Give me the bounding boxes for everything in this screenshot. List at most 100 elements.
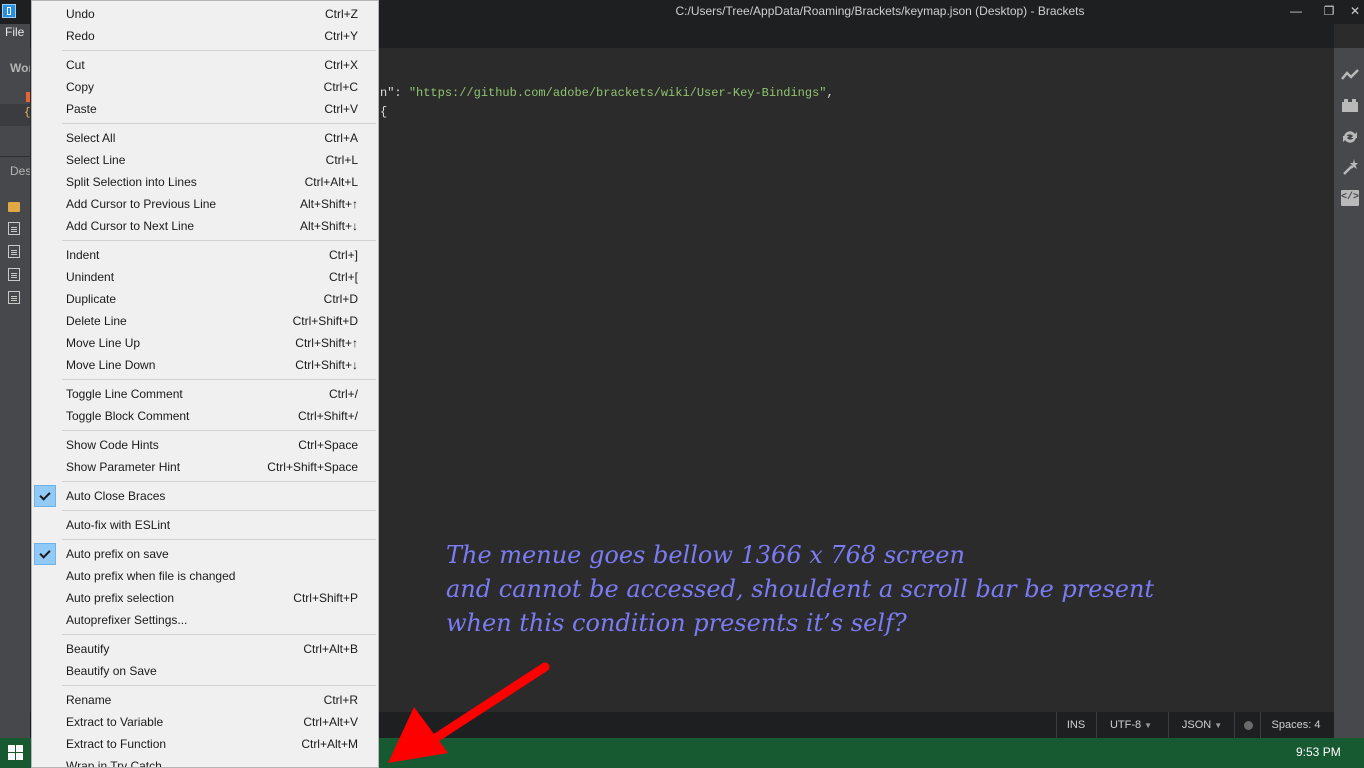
menu-separator bbox=[62, 123, 376, 124]
menu-item-shortcut: Ctrl+Shift+P bbox=[293, 591, 358, 605]
menu-item[interactable]: Show Code Hints Ctrl+Space bbox=[34, 434, 376, 456]
annotation-line: The menue goes bellow 1366 x 768 screen bbox=[446, 541, 965, 569]
brackets-logo-icon bbox=[2, 4, 16, 18]
menu-item-label: Wrap in Try Catch bbox=[66, 759, 162, 768]
menu-item-label: Unindent bbox=[66, 270, 115, 284]
working-file-json[interactable]: { bbox=[0, 104, 30, 126]
annotation-line: when this condition presents it’s self? bbox=[446, 609, 907, 637]
menu-item-label: Copy bbox=[66, 80, 95, 94]
project-title[interactable]: Des bbox=[10, 164, 30, 178]
encoding-label: UTF-8 bbox=[1109, 719, 1142, 731]
menu-item[interactable]: Auto prefix when file is changed bbox=[34, 565, 376, 587]
menu-item-label: Move Line Down bbox=[66, 358, 156, 372]
maximize-button[interactable]: ❐ bbox=[1316, 0, 1342, 22]
windows-start-icon[interactable] bbox=[8, 745, 24, 761]
extension-manager-icon[interactable] bbox=[1341, 96, 1359, 114]
file-icon[interactable] bbox=[8, 291, 20, 304]
menu-item-shortcut: Alt+Shift+↓ bbox=[299, 219, 358, 233]
menu-separator bbox=[62, 481, 376, 482]
menu-item[interactable]: Show Parameter Hint Ctrl+Shift+Space bbox=[34, 456, 376, 478]
menu-item[interactable]: Toggle Block Comment Ctrl+Shift+/ bbox=[34, 405, 376, 427]
file-icon[interactable] bbox=[8, 268, 20, 281]
menu-item-shortcut: Ctrl+Z bbox=[325, 7, 358, 21]
menu-item[interactable]: Beautify Ctrl+Alt+B bbox=[34, 638, 376, 660]
code-tag-icon[interactable]: </> bbox=[1341, 190, 1359, 206]
code-line[interactable]: n": "https://github.com/adobe/brackets/w… bbox=[380, 86, 834, 100]
taskbar-clock[interactable]: 9:53 PM bbox=[1296, 745, 1341, 759]
beautify-wand-icon[interactable] bbox=[1341, 158, 1359, 176]
menu-item[interactable]: Auto prefix selection Ctrl+Shift+P bbox=[34, 587, 376, 609]
menu-item-label: Rename bbox=[66, 693, 112, 707]
minimize-button[interactable]: — bbox=[1283, 0, 1309, 22]
folder-icon[interactable] bbox=[8, 202, 20, 212]
menu-item-label: Add Cursor to Next Line bbox=[66, 219, 195, 233]
menu-item[interactable]: Add Cursor to Previous Line Alt+Shift+↑ bbox=[34, 193, 376, 215]
menu-item-shortcut: Ctrl+Shift+Space bbox=[267, 460, 358, 474]
live-preview-icon[interactable] bbox=[1341, 66, 1359, 84]
code-line[interactable]: { bbox=[380, 105, 387, 119]
menu-item-shortcut: Ctrl+R bbox=[323, 693, 358, 707]
annotation-text: The menue goes bellow 1366 x 768 screen … bbox=[446, 538, 1326, 640]
menu-separator bbox=[62, 50, 376, 51]
menu-item[interactable]: Rename Ctrl+R bbox=[34, 689, 376, 711]
menu-item[interactable]: Redo Ctrl+Y bbox=[34, 25, 376, 47]
menu-item[interactable]: Duplicate Ctrl+D bbox=[34, 288, 376, 310]
menu-item[interactable]: Auto Close Braces bbox=[34, 485, 376, 507]
menu-item-shortcut: Ctrl+[ bbox=[328, 270, 358, 284]
menu-item-label: Auto Close Braces bbox=[66, 489, 166, 503]
menu-item-label: Auto prefix on save bbox=[66, 547, 169, 561]
lint-status-icon bbox=[1243, 720, 1253, 730]
status-lint[interactable] bbox=[1236, 712, 1260, 738]
menu-item[interactable]: Move Line Down Ctrl+Shift+↓ bbox=[34, 354, 376, 376]
menu-item-shortcut: Ctrl+Alt+B bbox=[303, 642, 358, 656]
menu-item-label: Redo bbox=[66, 29, 95, 43]
menu-item[interactable]: Undo Ctrl+Z bbox=[34, 3, 376, 25]
menu-item[interactable]: Beautify on Save bbox=[34, 660, 376, 682]
menu-item[interactable]: Add Cursor to Next Line Alt+Shift+↓ bbox=[34, 215, 376, 237]
menu-item[interactable]: Auto-fix with ESLint bbox=[34, 514, 376, 536]
menu-file[interactable]: File bbox=[5, 25, 24, 39]
sync-icon[interactable] bbox=[1341, 128, 1359, 146]
menu-item[interactable]: Select Line Ctrl+L bbox=[34, 149, 376, 171]
file-icon[interactable] bbox=[8, 245, 20, 258]
menu-item-shortcut: Ctrl+Alt+M bbox=[301, 737, 358, 751]
menu-item-label: Autoprefixer Settings... bbox=[66, 613, 188, 627]
menu-item[interactable]: Auto prefix on save bbox=[34, 543, 376, 565]
status-indent[interactable]: Spaces: 4 bbox=[1262, 712, 1330, 738]
menu-item-shortcut: Ctrl+X bbox=[324, 58, 358, 72]
menu-item-label: Show Code Hints bbox=[66, 438, 159, 452]
menu-item-shortcut: Ctrl+Alt+V bbox=[303, 715, 358, 729]
menu-item[interactable]: Delete Line Ctrl+Shift+D bbox=[34, 310, 376, 332]
menu-item[interactable]: Autoprefixer Settings... bbox=[34, 609, 376, 631]
menu-item[interactable]: Cut Ctrl+X bbox=[34, 54, 376, 76]
menu-item[interactable]: Indent Ctrl+] bbox=[34, 244, 376, 266]
chevron-down-icon: ▼ bbox=[1214, 721, 1223, 730]
menu-item[interactable]: Select All Ctrl+A bbox=[34, 127, 376, 149]
file-icon[interactable] bbox=[8, 222, 20, 235]
menu-item[interactable]: Extract to Variable Ctrl+Alt+V bbox=[34, 711, 376, 733]
menu-separator bbox=[62, 379, 376, 380]
menu-item[interactable]: Move Line Up Ctrl+Shift+↑ bbox=[34, 332, 376, 354]
menu-item[interactable]: Paste Ctrl+V bbox=[34, 98, 376, 120]
close-button[interactable]: ✕ bbox=[1342, 0, 1364, 22]
menu-item[interactable]: Extract to Function Ctrl+Alt+M bbox=[34, 733, 376, 755]
status-insert-mode[interactable]: INS bbox=[1056, 712, 1096, 738]
menu-item[interactable]: Split Selection into Lines Ctrl+Alt+L bbox=[34, 171, 376, 193]
menu-item[interactable]: Toggle Line Comment Ctrl+/ bbox=[34, 383, 376, 405]
menu-item-label: Auto-fix with ESLint bbox=[66, 518, 171, 532]
menu-item-label: Extract to Variable bbox=[66, 715, 164, 729]
menu-item[interactable]: Unindent Ctrl+[ bbox=[34, 266, 376, 288]
menu-item-shortcut: Ctrl+] bbox=[328, 248, 358, 262]
status-language[interactable]: JSON ▼ bbox=[1170, 712, 1234, 738]
menu-item[interactable]: Wrap in Try Catch bbox=[34, 755, 376, 768]
menu-item-shortcut: Ctrl+L bbox=[325, 153, 358, 167]
status-encoding[interactable]: UTF-8 ▼ bbox=[1096, 712, 1166, 738]
menu-item-label: Select All bbox=[66, 131, 116, 145]
menu-item-label: Auto prefix when file is changed bbox=[66, 569, 236, 583]
check-icon bbox=[34, 485, 56, 507]
window-title: C:/Users/Tree/AppData/Roaming/Brackets/k… bbox=[675, 4, 1085, 18]
menu-separator bbox=[62, 539, 376, 540]
menu-item[interactable]: Copy Ctrl+C bbox=[34, 76, 376, 98]
right-toolbar: </> bbox=[1334, 48, 1364, 738]
menu-item-shortcut: Ctrl+A bbox=[324, 131, 358, 145]
